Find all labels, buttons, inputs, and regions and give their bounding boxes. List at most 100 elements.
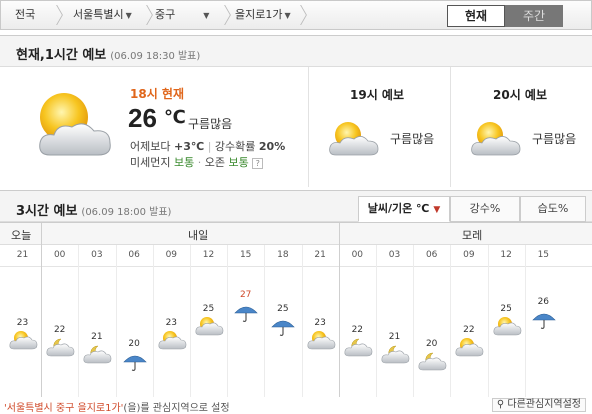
column-divider — [190, 245, 191, 397]
section-title: 3시간 예보 (06.09 18:00 발표) — [16, 204, 172, 219]
hour-label: 09 — [463, 250, 475, 260]
hour-label: 00 — [351, 250, 364, 260]
cloud-moon-icon — [45, 337, 75, 357]
breadcrumb-separator — [141, 5, 149, 25]
forecast-19-condition: 구름많음 — [390, 132, 435, 146]
hour-label: 12 — [500, 250, 512, 260]
temperature-value: 25 — [500, 304, 512, 314]
location-pin-icon: ⚲ — [496, 399, 505, 410]
umbrella-rain-icon — [231, 302, 261, 322]
precip-label: 강수확률 — [214, 140, 256, 153]
breadcrumb-separator — [295, 5, 303, 25]
hour-label: 15 — [239, 250, 252, 260]
partly-cloudy-sun-icon — [464, 119, 524, 162]
dong-dropdown[interactable]: 을지로1가 ▼ — [235, 1, 291, 29]
district-dropdown[interactable]: 중구 ▼ — [155, 1, 209, 29]
partly-cloudy-sun-icon — [322, 119, 382, 162]
temperature-value: 20 — [425, 339, 438, 349]
city-label: 서울특별시 — [73, 8, 124, 21]
tab-week[interactable]: 주간 — [505, 5, 563, 27]
cloud-moon-icon — [417, 351, 447, 371]
temperature-value: 25 — [277, 304, 289, 314]
cloud-sun-icon — [8, 330, 38, 350]
hour-label: 15 — [537, 250, 550, 260]
forecast-20-condition: 구름많음 — [532, 132, 577, 146]
tab-humidity[interactable]: 습도% — [520, 196, 586, 222]
comparison-line: 어제보다 +3℃ | 강수확률 20% — [130, 140, 286, 153]
hour-label: 06 — [425, 250, 438, 260]
temperature-value: 27 — [239, 290, 252, 300]
section-header-now: 현재,1시간 예보 (06.09 18:30 발표) — [0, 35, 592, 67]
umbrella-rain-icon — [268, 316, 298, 336]
temperature-value: 26 — [537, 297, 550, 307]
district-label: 중구 — [155, 8, 176, 21]
section-title: 현재,1시간 예보 (06.09 18:30 발표) — [16, 48, 201, 63]
tab-precip[interactable]: 강수% — [450, 196, 520, 222]
precip-value: 20% — [258, 140, 286, 153]
column-divider — [78, 245, 80, 397]
button-label: 다른관심지역설정 — [507, 399, 581, 410]
breadcrumb-country[interactable]: 전국 — [15, 1, 35, 29]
help-icon[interactable]: ? — [252, 157, 264, 169]
current-condition: 구름많음 — [188, 117, 233, 131]
chevron-down-icon: ▼ — [203, 11, 210, 20]
tab-label: 날씨/기온 ℃ — [367, 202, 430, 215]
temperature-value: 21 — [91, 332, 103, 342]
section-timestamp: (06.09 18:30 발표) — [110, 51, 201, 62]
location-bar: 전국 서울특별시 ▼ 중구 ▼ 을지로1가 ▼ 현재 주간 — [0, 0, 592, 30]
hour-label: 21 — [314, 250, 326, 260]
column-divider — [227, 245, 229, 397]
column-divider — [264, 245, 266, 397]
section-timestamp: (06.09 18:00 발표) — [81, 207, 172, 218]
partly-cloudy-sun-icon — [20, 85, 120, 168]
temperature-value: 22 — [351, 325, 364, 335]
air-quality-line: 미세먼지 보통 · 오존 보통 ? — [130, 154, 264, 170]
column-divider — [41, 223, 43, 397]
temperature-value: 25 — [202, 304, 215, 314]
cloud-moon-icon — [82, 344, 112, 364]
chevron-down-icon: ▼ — [125, 11, 132, 20]
day-row: 오늘 내일 모레 — [0, 223, 592, 245]
hour-row: 21 00 03 06 09 12 15 18 21 00 03 06 09 12 15 — [0, 245, 592, 267]
cloud-moon-icon — [343, 337, 373, 357]
temperature-unit: ℃ — [164, 107, 186, 128]
set-favorite-location-button[interactable]: ⚲ 다른관심지역설정 — [491, 398, 586, 412]
footer-location: '서울특별시 중구 을지로1가' — [4, 403, 124, 414]
column-divider — [524, 245, 526, 397]
hour-label: 09 — [165, 250, 178, 260]
hour-label: 06 — [128, 250, 140, 260]
compare-value: +3℃ — [173, 140, 205, 153]
hour-label: 03 — [388, 250, 401, 260]
umbrella-rain-icon — [120, 351, 150, 371]
column-divider — [115, 245, 117, 397]
city-dropdown[interactable]: 서울특별시 ▼ — [73, 1, 132, 29]
cloud-sun-icon — [454, 337, 484, 357]
dust-value: 보통 — [173, 156, 195, 169]
forecast-20-title: 20시 예보 — [493, 88, 547, 102]
chevron-down-icon: ▼ — [284, 11, 291, 20]
footer-message: (을)를 관심지역으로 설정 — [123, 403, 230, 414]
day-label-tomorrow: 내일 — [188, 229, 209, 242]
tab-weather-temp[interactable]: 날씨/기온 ℃ ▼ — [358, 196, 450, 222]
hour-label: 21 — [16, 250, 29, 260]
ozone-value: 보통 — [228, 156, 249, 169]
column-divider — [376, 245, 377, 397]
breadcrumb-separator — [219, 5, 227, 25]
dong-label: 을지로1가 — [235, 8, 283, 21]
breadcrumb-separator — [51, 5, 59, 25]
compare-label: 어제보다 — [130, 140, 171, 153]
hour-label: 00 — [53, 250, 66, 260]
umbrella-rain-icon — [529, 309, 559, 329]
cloud-sun-icon — [157, 330, 187, 350]
divider — [308, 67, 309, 187]
ozone-label: 오존 — [204, 156, 225, 169]
tab-now[interactable]: 현재 — [447, 5, 505, 27]
hour-label: 03 — [91, 250, 103, 260]
divider — [450, 67, 451, 187]
column-divider — [450, 245, 452, 397]
temperature-value: 23 — [165, 318, 178, 328]
current-time-label: 18시 현재 — [130, 87, 184, 101]
temperature-value: 22 — [53, 325, 66, 335]
hour-label: 12 — [202, 250, 215, 260]
forecast-19-title: 19시 예보 — [350, 88, 404, 102]
